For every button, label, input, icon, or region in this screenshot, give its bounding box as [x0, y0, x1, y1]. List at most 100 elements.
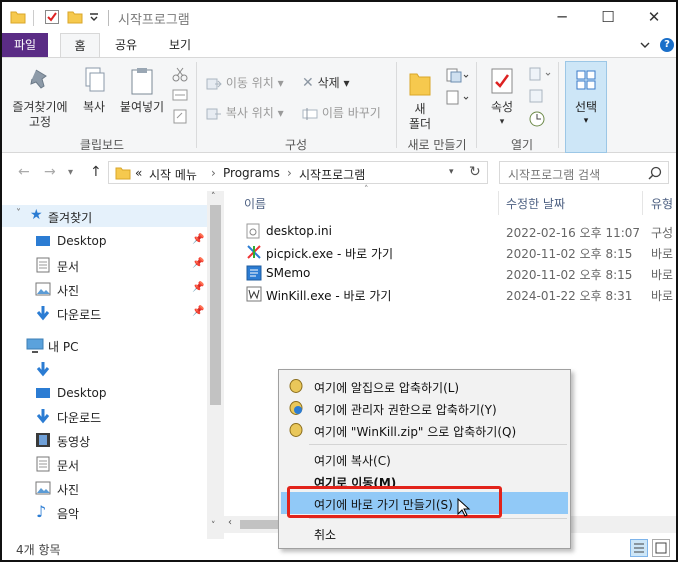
nav-item-pictures[interactable]: 사진 📌: [2, 278, 207, 300]
file-row[interactable]: desktop.ini 2022-02-16 오후 11:07 구성: [224, 221, 676, 242]
nav-item-pc-desktop[interactable]: Desktop: [2, 382, 207, 404]
pin-icon: [30, 69, 47, 89]
up-button[interactable]: ↑: [90, 164, 102, 180]
scroll-left-icon[interactable]: ‹: [228, 517, 232, 528]
picture-icon: [35, 282, 51, 296]
download-icon: [36, 306, 50, 321]
menu-item-admin-compress[interactable]: 여기에 관리자 권한으로 압축하기(Y): [281, 397, 568, 419]
delete-button[interactable]: ✕ 삭제 ▾: [302, 74, 350, 91]
breadcrumb-start-menu[interactable]: 시작 메뉴: [149, 166, 197, 183]
nav-item-desktop[interactable]: Desktop 📌: [2, 230, 207, 252]
nav-item-pc-pictures[interactable]: 사진: [2, 477, 207, 499]
pc-icon: [26, 338, 44, 353]
forward-button[interactable]: →: [44, 164, 56, 180]
nav-item-quick-access[interactable]: ˅ ★ 즐겨찾기: [2, 205, 207, 227]
breadcrumb-separator[interactable]: ›: [287, 166, 292, 180]
nav-scrollbar[interactable]: ˄ ˅: [207, 191, 224, 539]
select-button[interactable]: 선택 ▾: [565, 61, 607, 153]
refresh-icon[interactable]: ↻: [469, 164, 481, 180]
ribbon-expand-icon[interactable]: [640, 41, 650, 49]
column-header-name[interactable]: 이름: [244, 195, 266, 212]
nav-item-label: 문서: [57, 459, 80, 473]
breadcrumb-current[interactable]: 시작프로그램: [299, 166, 365, 183]
menu-item-label: 여기에 복사(C): [314, 454, 391, 468]
address-overflow[interactable]: «: [135, 166, 142, 180]
large-icons-view-button[interactable]: [652, 539, 670, 557]
maximize-button[interactable]: ☐: [586, 5, 630, 29]
chevron-down-icon[interactable]: ˅: [16, 208, 21, 219]
nav-item-documents[interactable]: 문서 📌: [2, 254, 207, 276]
file-type: 바로: [651, 289, 674, 303]
copy-path-icon[interactable]: [172, 88, 188, 102]
recent-locations-button[interactable]: ▾: [68, 167, 73, 178]
nav-item-this-pc[interactable]: 내 PC: [2, 334, 207, 356]
file-row[interactable]: picpick.exe - 바로 가기 2020-11-02 오후 8:15 바…: [224, 242, 676, 263]
properties-button[interactable]: 속성 ▾: [482, 66, 522, 130]
tab-share[interactable]: 공유: [106, 33, 146, 57]
breadcrumb-separator[interactable]: ›: [211, 166, 216, 180]
paste-shortcut-icon[interactable]: [172, 108, 188, 124]
folder-icon[interactable]: [10, 9, 26, 25]
cut-icon[interactable]: [172, 66, 188, 82]
easy-access-icon[interactable]: [446, 90, 470, 106]
back-button[interactable]: ←: [18, 164, 30, 180]
rename-button[interactable]: 이름 바꾸기: [302, 104, 381, 121]
column-divider[interactable]: [642, 191, 643, 215]
new-folder-button[interactable]: 새 폴더: [402, 66, 438, 132]
pin-icon[interactable]: 📌: [192, 282, 204, 293]
pin-icon[interactable]: 📌: [192, 306, 204, 317]
breadcrumb-programs[interactable]: Programs: [223, 166, 280, 180]
nav-item-pc-downloads[interactable]: 다운로드: [2, 405, 207, 427]
pin-to-quick-access-button[interactable]: 즐겨찾기에 고정: [8, 66, 72, 130]
nav-item-downloads-shortcut[interactable]: [2, 358, 207, 380]
minimize-button[interactable]: ─: [540, 5, 584, 29]
nav-item-videos[interactable]: 동영상: [2, 429, 207, 451]
new-folder-quick-icon[interactable]: [67, 9, 83, 25]
open-icon[interactable]: [528, 66, 554, 82]
tab-home[interactable]: 홈: [60, 33, 100, 58]
file-row[interactable]: SMemo 2020-11-02 오후 8:15 바로: [224, 263, 676, 284]
tab-view[interactable]: 보기: [158, 33, 202, 57]
menu-item-cancel[interactable]: 취소: [281, 522, 568, 544]
paste-button[interactable]: 붙여넣기: [116, 66, 168, 115]
scroll-down-icon[interactable]: ˅: [211, 521, 216, 531]
search-icon[interactable]: [648, 166, 662, 180]
navigation-pane: ˅ ★ 즐겨찾기 Desktop 📌 문서 📌 사진 📌 다운로드 📌 내 PC: [2, 191, 224, 539]
scroll-thumb[interactable]: [210, 205, 221, 405]
details-view-button[interactable]: [630, 539, 648, 557]
help-icon[interactable]: ?: [660, 38, 674, 52]
copy-to-button[interactable]: 복사 위치 ▾: [206, 104, 284, 121]
properties-dropdown-icon[interactable]: ▾: [482, 115, 522, 130]
close-button[interactable]: ✕: [632, 5, 676, 29]
nav-item-music[interactable]: ♪ 음악: [2, 501, 207, 523]
pin-icon[interactable]: 📌: [192, 258, 204, 269]
chevron-down-icon[interactable]: [89, 12, 99, 22]
tab-file[interactable]: 파일: [2, 33, 48, 57]
ribbon-divider: [196, 62, 197, 148]
menu-item-copy-here[interactable]: 여기에 복사(C): [281, 448, 568, 470]
menu-item-compress-to-zip[interactable]: 여기에 "WinKill.zip" 으로 압축하기(Q): [281, 419, 568, 441]
file-row[interactable]: WinKill.exe - 바로 가기 2024-01-22 오후 8:31 바…: [224, 284, 676, 305]
picpick-shortcut-icon: [247, 245, 261, 259]
alzip-icon: [289, 423, 303, 437]
nav-item-label: 다운로드: [57, 308, 102, 322]
nav-item-pc-documents[interactable]: 문서: [2, 453, 207, 475]
column-divider[interactable]: [498, 191, 499, 215]
menu-item-alzip-compress[interactable]: 여기에 알집으로 압축하기(L): [281, 375, 568, 397]
column-header-type[interactable]: 유형: [651, 195, 673, 212]
new-item-icon[interactable]: [446, 68, 470, 84]
edit-icon[interactable]: [528, 88, 546, 104]
properties-check-icon[interactable]: [44, 9, 60, 25]
paste-icon: [131, 68, 153, 95]
nav-item-label: 즐겨찾기: [48, 211, 93, 225]
search-box[interactable]: 시작프로그램 검색: [499, 161, 669, 184]
address-dropdown-icon[interactable]: ▾: [449, 167, 454, 177]
pin-icon[interactable]: 📌: [192, 234, 204, 245]
history-icon[interactable]: [528, 110, 546, 128]
move-to-button[interactable]: 이동 위치 ▾: [206, 74, 284, 91]
copy-button[interactable]: 복사: [76, 66, 112, 115]
scroll-up-icon[interactable]: ˄: [211, 192, 216, 202]
address-bar[interactable]: « 시작 메뉴 › Programs › 시작프로그램 ▾ ↻: [108, 161, 488, 184]
nav-item-downloads[interactable]: 다운로드 📌: [2, 302, 207, 324]
column-header-date[interactable]: 수정한 날짜: [506, 195, 565, 212]
